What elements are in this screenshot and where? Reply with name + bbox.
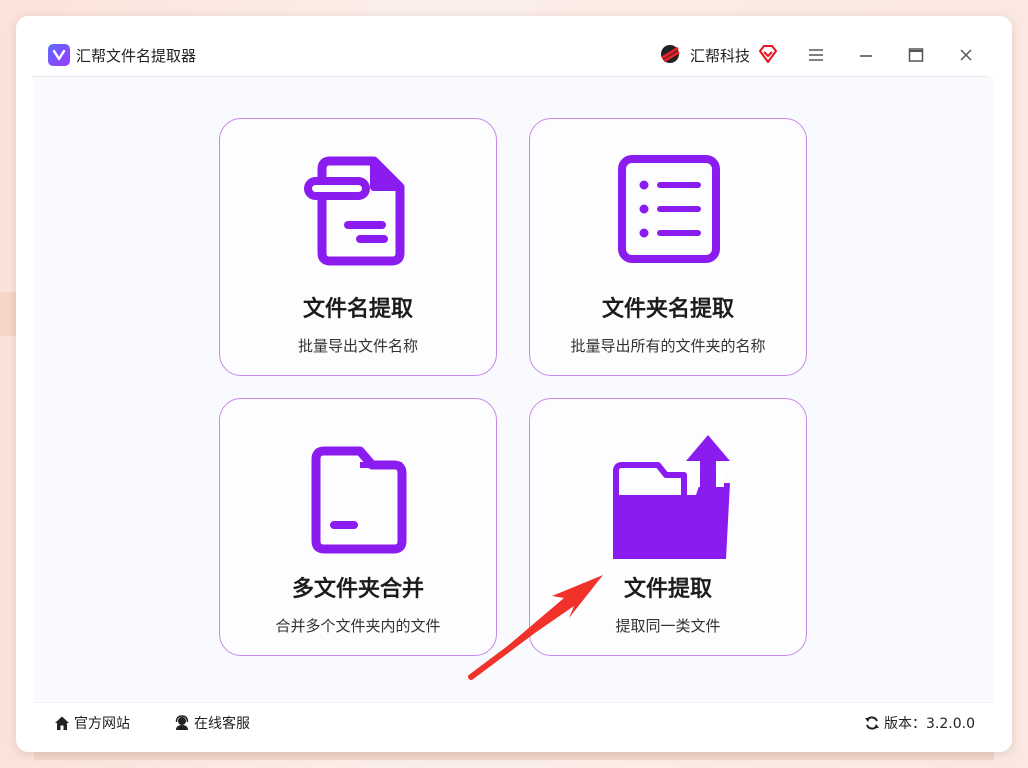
menu-button[interactable] bbox=[800, 40, 832, 70]
file-document-icon bbox=[304, 156, 405, 266]
brand-name: 汇帮科技 bbox=[690, 47, 751, 65]
card-description: 合并多个文件夹内的文件 bbox=[275, 617, 441, 635]
brand-logo-icon bbox=[661, 45, 680, 63]
online-support-label: 在线客服 bbox=[194, 716, 250, 732]
maximize-button[interactable] bbox=[900, 40, 932, 70]
official-website-link[interactable]: 官方网站 bbox=[54, 713, 130, 733]
menu-icon bbox=[809, 49, 823, 61]
folder-export-icon bbox=[613, 435, 730, 559]
official-website-label: 官方网站 bbox=[74, 716, 130, 732]
card-filename-extract[interactable]: 文件名提取 批量导出文件名称 bbox=[219, 118, 497, 376]
card-description: 提取同一类文件 bbox=[615, 617, 721, 635]
card-title: 文件夹名提取 bbox=[601, 297, 734, 322]
folder-icon bbox=[311, 446, 407, 554]
version-label: 版本：3.2.0.0 bbox=[884, 716, 975, 732]
minimize-button[interactable] bbox=[850, 40, 882, 70]
card-title: 文件提取 bbox=[623, 577, 712, 602]
card-file-extract[interactable]: 文件提取 提取同一类文件 bbox=[529, 398, 807, 656]
app-title: 汇帮文件名提取器 bbox=[76, 47, 197, 65]
online-support-link[interactable]: 在线客服 bbox=[174, 713, 250, 733]
main-content: 文件名提取 批量导出文件名称 文件夹名提取 批量导出所有的文件夹的名称 多文件夹… bbox=[34, 77, 994, 701]
title-bar[interactable]: 汇帮文件名提取器 汇帮科技 bbox=[16, 16, 1012, 76]
list-document-icon bbox=[618, 155, 720, 263]
minimize-icon bbox=[860, 55, 872, 57]
close-button[interactable] bbox=[950, 40, 982, 70]
card-description: 批量导出所有的文件夹的名称 bbox=[570, 337, 766, 355]
card-title: 多文件夹合并 bbox=[291, 577, 424, 602]
vip-diamond-icon[interactable] bbox=[758, 44, 778, 64]
headset-icon bbox=[175, 715, 189, 730]
maximize-icon bbox=[908, 48, 924, 62]
app-logo-icon bbox=[48, 44, 70, 66]
card-title: 文件名提取 bbox=[302, 297, 413, 322]
card-foldername-extract[interactable]: 文件夹名提取 批量导出所有的文件夹的名称 bbox=[529, 118, 807, 376]
home-icon bbox=[55, 716, 69, 730]
close-icon bbox=[960, 49, 972, 61]
card-description: 批量导出文件名称 bbox=[297, 337, 418, 355]
card-folder-merge[interactable]: 多文件夹合并 合并多个文件夹内的文件 bbox=[219, 398, 497, 656]
status-bar: 官方网站 在线客服 版本：3.2.0.0 bbox=[34, 702, 994, 743]
version-info[interactable]: 版本：3.2.0.0 bbox=[864, 713, 975, 733]
refresh-icon bbox=[865, 716, 879, 730]
app-window: 汇帮文件名提取器 汇帮科技 文件名提取 批量导出文件名称 文件夹名提取 批量导出… bbox=[16, 16, 1012, 752]
background-strip bbox=[34, 752, 994, 760]
